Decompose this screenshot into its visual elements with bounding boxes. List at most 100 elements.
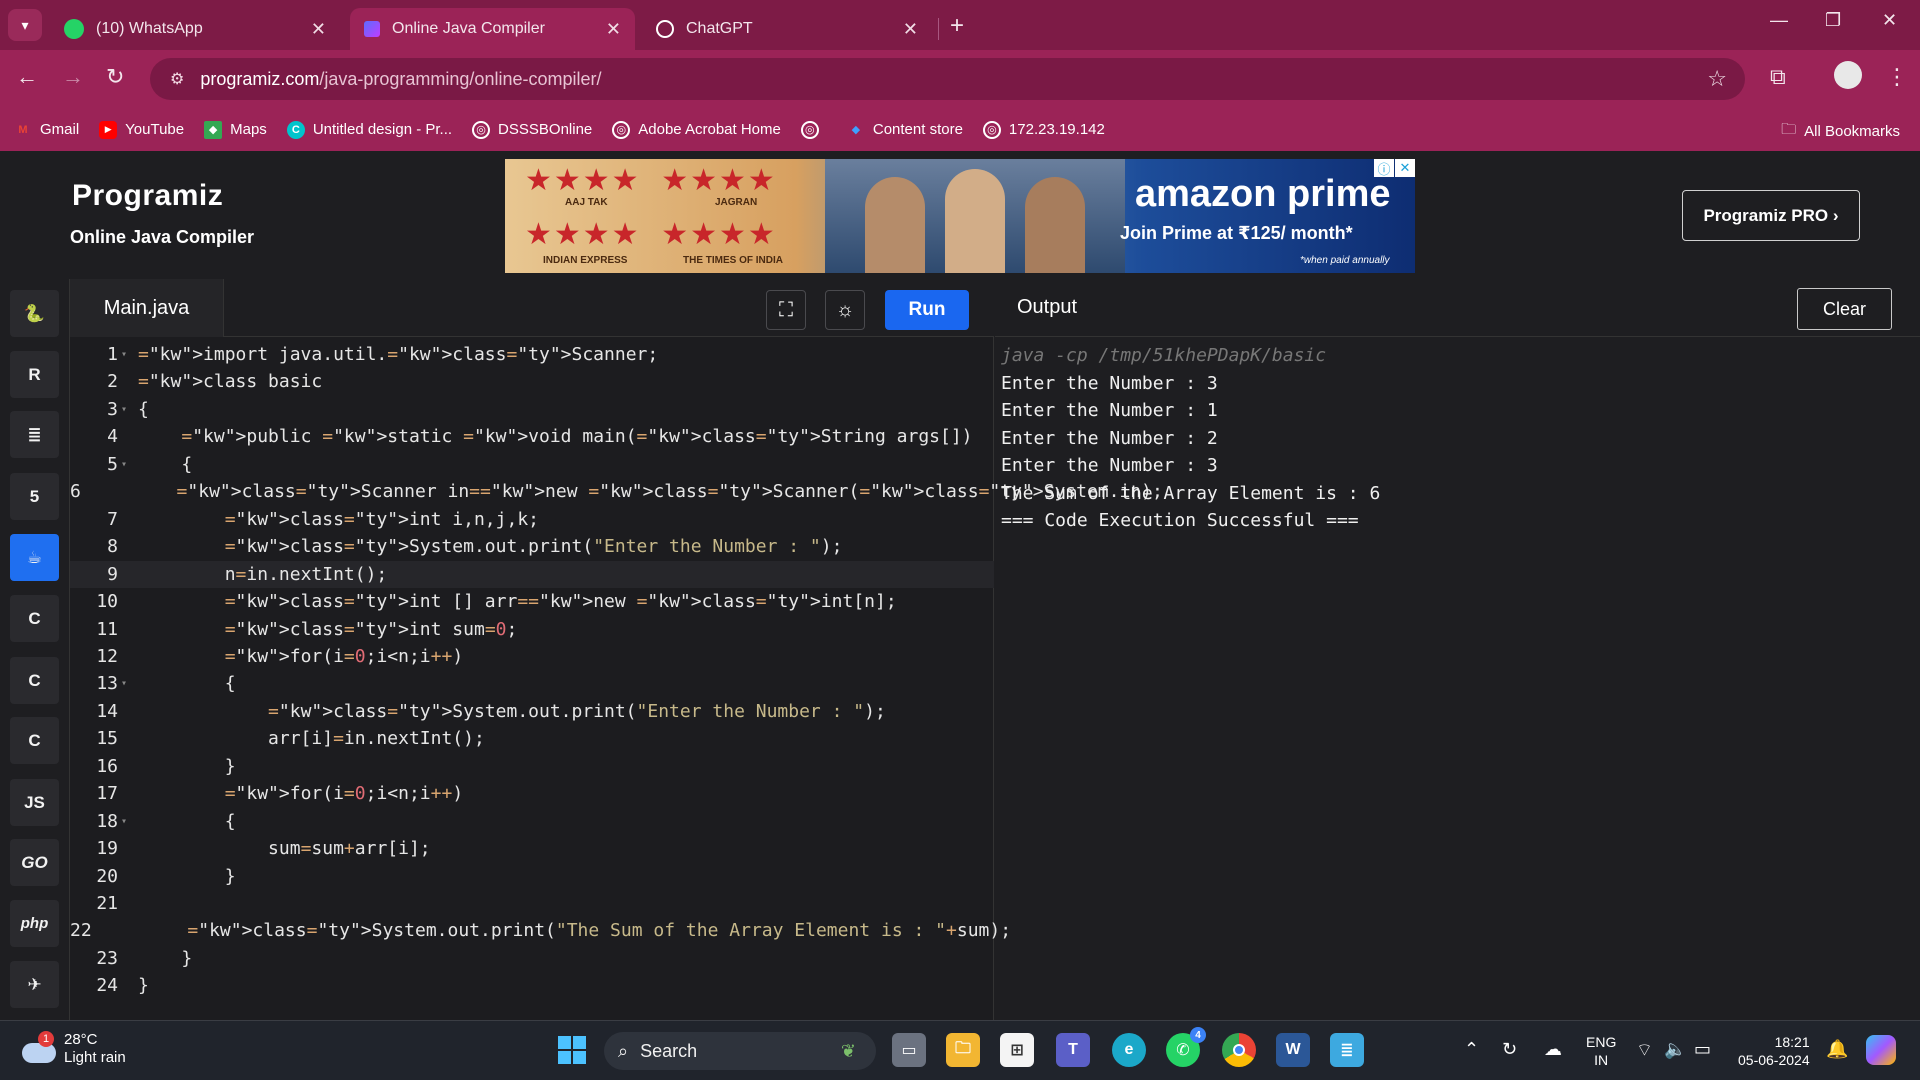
system-clock[interactable]: 18:21 05-06-2024: [1738, 1033, 1810, 1069]
tab-search-button[interactable]: ▾: [8, 9, 42, 41]
fullscreen-button[interactable]: ⛶: [766, 290, 806, 330]
bookmark-unnamed[interactable]: ◎: [800, 120, 827, 139]
extensions-icon[interactable]: ⧉: [1770, 64, 1786, 90]
new-tab-button[interactable]: +: [950, 12, 964, 40]
code-line[interactable]: 2 ="kw">class basic: [70, 368, 994, 395]
bookmark-maps[interactable]: ◆ Maps: [204, 120, 267, 139]
code-line[interactable]: 11 ="kw">class="ty">int sum=0;: [70, 616, 994, 643]
edge-icon[interactable]: e: [1112, 1033, 1146, 1067]
fold-arrow-icon[interactable]: ▾: [118, 459, 132, 470]
tab-whatsapp[interactable]: (10) WhatsApp ✕: [50, 8, 340, 50]
swift-icon[interactable]: ✈: [10, 961, 59, 1008]
c-icon[interactable]: C: [10, 595, 59, 642]
forward-button[interactable]: →: [62, 64, 84, 90]
code-line[interactable]: 7 ="kw">class="ty">int i,n,j,k;: [70, 506, 994, 533]
language-indicator[interactable]: ENG IN: [1586, 1033, 1616, 1069]
volume-icon[interactable]: 🔈: [1664, 1039, 1686, 1060]
cpp-icon[interactable]: C: [10, 657, 59, 704]
file-explorer-icon[interactable]: 🗀: [946, 1033, 980, 1067]
site-info-icon[interactable]: ⚙: [170, 69, 184, 89]
code-line[interactable]: 9 n=in.nextInt();: [70, 560, 994, 588]
code-line[interactable]: 12 ="kw">for(i=0;i<n;i++): [70, 643, 994, 670]
address-bar[interactable]: ⚙ programiz.com/java-programming/online-…: [150, 58, 1745, 100]
windows-start-icon[interactable]: [555, 1033, 589, 1067]
notifications-icon[interactable]: 🔔: [1826, 1039, 1848, 1060]
close-icon[interactable]: ✕: [1395, 159, 1415, 177]
code-editor[interactable]: 1 ▾ ="kw">import java.util.="kw">class="ty…: [70, 337, 1163, 1020]
fold-arrow-icon[interactable]: ▾: [118, 816, 132, 827]
bookmark-youtube[interactable]: ▶ YouTube: [99, 120, 184, 139]
code-line[interactable]: 1 ▾ ="kw">import java.util.="kw">class="ty…: [70, 341, 994, 368]
word-icon[interactable]: W: [1276, 1033, 1310, 1067]
close-icon[interactable]: ✕: [903, 19, 918, 40]
code-line[interactable]: 8 ="kw">class="ty">System.out.print("Ent…: [70, 533, 994, 560]
bookmark-adobe-acrobat[interactable]: ◎ Adobe Acrobat Home: [612, 120, 781, 139]
code-line[interactable]: 24}: [70, 972, 994, 999]
chrome-icon[interactable]: [1222, 1033, 1256, 1067]
code-line[interactable]: 19 sum=sum+arr[i];: [70, 835, 994, 862]
output-console[interactable]: java -cp /tmp/51khePDapK/basic Enter the…: [995, 337, 1920, 1020]
code-line[interactable]: 21: [70, 890, 994, 917]
code-line[interactable]: 10 ="kw">class="ty">int [] arr=="kw">new…: [70, 588, 994, 615]
code-line[interactable]: 18 ▾ {: [70, 808, 994, 835]
code-line[interactable]: 4 ="kw">public ="kw">static ="kw">void m…: [70, 423, 994, 450]
tab-chatgpt[interactable]: ChatGPT ✕: [642, 8, 932, 50]
onedrive-icon[interactable]: ☁: [1544, 1039, 1562, 1060]
code-line[interactable]: 22 ="kw">class="ty">System.out.print("Th…: [70, 917, 1011, 944]
fold-arrow-icon[interactable]: ▾: [118, 349, 132, 360]
avatar[interactable]: [1834, 61, 1862, 89]
close-icon[interactable]: ✕: [311, 19, 326, 40]
weather-widget[interactable]: 1 28°C Light rain: [22, 1031, 126, 1067]
fold-arrow-icon[interactable]: ▾: [118, 404, 132, 415]
bookmark-star-icon[interactable]: ☆: [1707, 66, 1727, 92]
advertisement-banner[interactable]: ★★★★ ★★★★ AAJ TAK JAGRAN ★★★★ ★★★★ INDIA…: [505, 159, 1415, 273]
code-line[interactable]: 6 ="kw">class="ty">Scanner in=="kw">new …: [70, 478, 1163, 505]
javascript-icon[interactable]: JS: [10, 779, 59, 826]
clear-button[interactable]: Clear: [1797, 288, 1892, 330]
wifi-icon[interactable]: ⌔: [1636, 1039, 1653, 1062]
minimize-button[interactable]: —: [1770, 10, 1788, 31]
html-icon[interactable]: 5: [10, 473, 59, 520]
chevron-up-icon[interactable]: ⌃: [1464, 1039, 1479, 1060]
code-line[interactable]: 14 ="kw">class="ty">System.out.print("En…: [70, 698, 994, 725]
all-bookmarks[interactable]: 🗀 All Bookmarks: [1781, 119, 1900, 144]
code-line[interactable]: 23 }: [70, 945, 994, 972]
notepad-icon[interactable]: ≣: [1330, 1033, 1364, 1067]
python-icon[interactable]: 🐍: [10, 290, 59, 337]
fold-arrow-icon[interactable]: ▾: [118, 678, 132, 689]
sync-icon[interactable]: ↻: [1502, 1039, 1517, 1060]
java-icon[interactable]: ☕: [10, 534, 59, 581]
code-line[interactable]: 16 }: [70, 753, 994, 780]
bookmark-canva[interactable]: C Untitled design - Pr...: [286, 120, 452, 139]
whatsapp-taskbar-icon[interactable]: ✆ 4: [1166, 1027, 1206, 1067]
more-menu-icon[interactable]: ⋮: [1886, 64, 1908, 90]
teams-icon[interactable]: T: [1056, 1033, 1090, 1067]
programiz-logo[interactable]: Programiz: [72, 179, 223, 213]
bookmark-content-store[interactable]: ◆ Content store: [847, 121, 963, 139]
csharp-icon[interactable]: C: [10, 717, 59, 764]
code-line[interactable]: 3 ▾ {: [70, 396, 994, 423]
code-line[interactable]: 5 ▾ {: [70, 451, 994, 478]
code-line[interactable]: 13 ▾ {: [70, 670, 994, 697]
restore-button[interactable]: ❐: [1825, 10, 1841, 31]
copilot-icon[interactable]: [1866, 1035, 1896, 1065]
sql-icon[interactable]: ≣: [10, 411, 59, 458]
microsoft-store-icon[interactable]: ⊞: [1000, 1033, 1034, 1067]
tab-online-java-compiler[interactable]: Online Java Compiler ✕: [350, 8, 635, 50]
ad-choices[interactable]: ⓘ ✕: [1373, 159, 1415, 177]
reload-button[interactable]: ↻: [106, 64, 124, 90]
info-icon[interactable]: ⓘ: [1374, 159, 1394, 177]
bookmark-dsssbonline[interactable]: ◎ DSSSBOnline: [472, 120, 592, 139]
close-icon[interactable]: ✕: [606, 19, 621, 40]
programiz-pro-button[interactable]: Programiz PRO ›: [1682, 190, 1860, 241]
r-icon[interactable]: R: [10, 351, 59, 398]
theme-toggle-button[interactable]: ☼: [825, 290, 865, 330]
bookmark-ip[interactable]: ◎ 172.23.19.142: [982, 120, 1105, 139]
taskbar-search-box[interactable]: ⌕ Search ❦: [604, 1032, 876, 1070]
battery-icon[interactable]: ▭: [1694, 1039, 1711, 1060]
go-icon[interactable]: GO: [10, 839, 59, 886]
code-line[interactable]: 20 }: [70, 863, 994, 890]
back-button[interactable]: ←: [16, 64, 38, 90]
close-window-button[interactable]: ✕: [1882, 10, 1897, 31]
file-tab-main-java[interactable]: Main.java: [70, 279, 224, 337]
